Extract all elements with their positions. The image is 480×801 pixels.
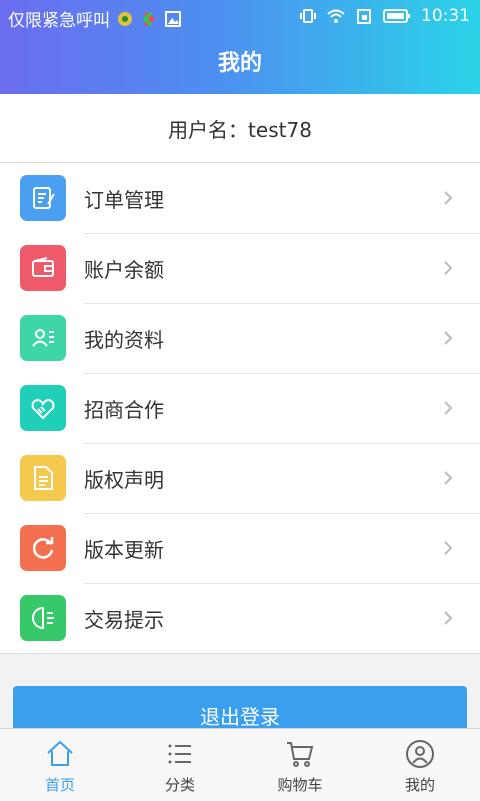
bottom-tab-bar: 首页 分类 购物车 我的 [0, 728, 480, 801]
carrier-text: 仅限紧急呼叫 [8, 11, 110, 31]
profile-icon [20, 315, 66, 361]
menu-list: 订单管理 账户余额 我的资料 招商合作 版权声明 版本更新 交易提示 [0, 163, 480, 654]
menu-item-copyright[interactable]: 版权声明 [0, 443, 480, 513]
menu-item-cooperation[interactable]: 招商合作 [0, 373, 480, 443]
menu-item-label: 版本更新 [84, 537, 164, 562]
tab-cart[interactable]: 购物车 [240, 729, 360, 801]
status-left: 仅限紧急呼叫 [8, 6, 182, 31]
tab-home[interactable]: 首页 [0, 729, 120, 801]
notice-icon [20, 595, 66, 641]
menu-item-label: 交易提示 [84, 607, 164, 632]
menu-item-trade-tips[interactable]: 交易提示 [0, 583, 480, 653]
tab-mine[interactable]: 我的 [360, 729, 480, 801]
user-icon [406, 740, 434, 768]
tab-label: 首页 [44, 776, 75, 794]
tab-label: 我的 [404, 776, 435, 794]
tab-category[interactable]: 分类 [120, 729, 240, 801]
clock: 10:31 [421, 6, 470, 26]
status-right: 10:31 [299, 6, 470, 26]
menu-item-balance[interactable]: 账户余额 [0, 233, 480, 303]
app-notification-icon [142, 11, 156, 26]
sim-icon [357, 9, 371, 24]
menu-item-label: 版权声明 [84, 467, 164, 492]
vibrate-icon [300, 9, 316, 23]
image-icon [165, 10, 181, 27]
menu-item-label: 招商合作 [84, 397, 164, 422]
menu-item-profile[interactable]: 我的资料 [0, 303, 480, 373]
document-icon [20, 455, 66, 501]
chevron-right-icon [444, 401, 453, 415]
chevron-right-icon [444, 191, 453, 205]
handshake-icon [20, 385, 66, 431]
username-label: 用户名：test78 [0, 94, 480, 163]
wifi-icon [327, 9, 345, 23]
list-icon [168, 744, 191, 764]
refresh-icon [20, 525, 66, 571]
notification-icon [118, 11, 132, 26]
chevron-right-icon [444, 541, 453, 555]
menu-item-orders[interactable]: 订单管理 [0, 163, 480, 233]
menu-item-label: 账户余额 [84, 257, 164, 282]
chevron-right-icon [444, 611, 453, 625]
status-bar: 仅限紧急呼叫 10:31 [0, 0, 480, 34]
cart-icon [287, 742, 314, 767]
battery-icon [383, 9, 410, 23]
home-icon [47, 740, 73, 766]
chevron-right-icon [444, 471, 453, 485]
tab-label: 分类 [164, 776, 195, 794]
menu-item-label: 订单管理 [84, 187, 164, 212]
menu-item-label: 我的资料 [84, 327, 164, 352]
page-title: 我的 [0, 34, 480, 94]
tab-label: 购物车 [277, 776, 323, 794]
chevron-right-icon [444, 261, 453, 275]
chevron-right-icon [444, 331, 453, 345]
order-icon [20, 175, 66, 221]
menu-item-update[interactable]: 版本更新 [0, 513, 480, 583]
wallet-icon [20, 245, 66, 291]
